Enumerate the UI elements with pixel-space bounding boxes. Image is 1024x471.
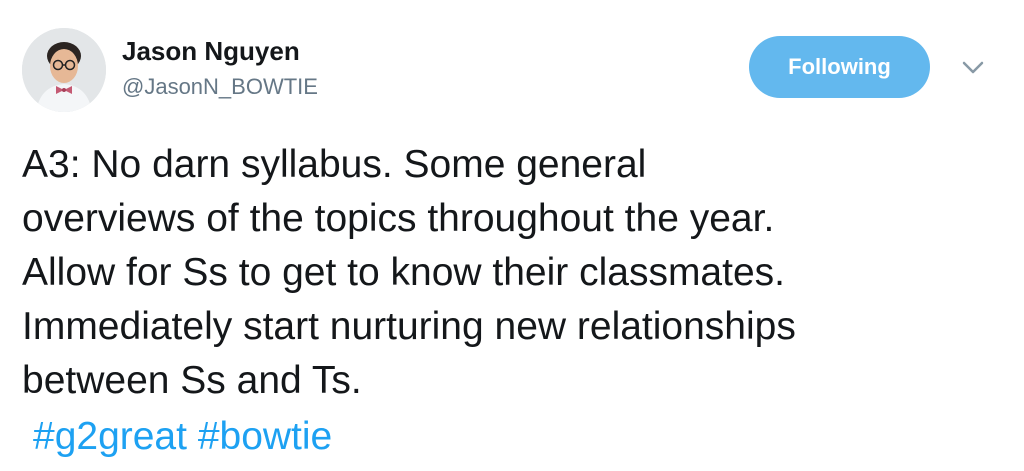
tweet-card: Jason Nguyen @JasonN_BOWTIE Following A3… xyxy=(0,0,1024,471)
hashtag-link-g2great[interactable]: #g2great xyxy=(33,415,187,458)
following-button[interactable]: Following xyxy=(749,36,930,98)
chevron-down-icon xyxy=(962,61,984,74)
tweet-line: A3: No darn syllabus. Some general xyxy=(22,143,647,186)
tweet-line: overviews of the topics throughout the y… xyxy=(22,197,775,240)
tweet-text: A3: No darn syllabus. Some general overv… xyxy=(22,138,1012,408)
author-handle[interactable]: @JasonN_BOWTIE xyxy=(122,74,318,100)
hashtag-row: #g2great #bowtie xyxy=(33,410,332,464)
tweet-line: between Ss and Ts. xyxy=(22,359,362,402)
avatar[interactable] xyxy=(22,28,106,112)
tweet-line: Immediately start nurturing new relation… xyxy=(22,305,796,348)
avatar-photo xyxy=(22,28,106,112)
tweet-line: Allow for Ss to get to know their classm… xyxy=(22,251,785,294)
hashtag-link-bowtie[interactable]: #bowtie xyxy=(198,415,332,458)
author-name[interactable]: Jason Nguyen xyxy=(122,36,300,67)
tweet-menu-button[interactable] xyxy=(960,58,986,78)
